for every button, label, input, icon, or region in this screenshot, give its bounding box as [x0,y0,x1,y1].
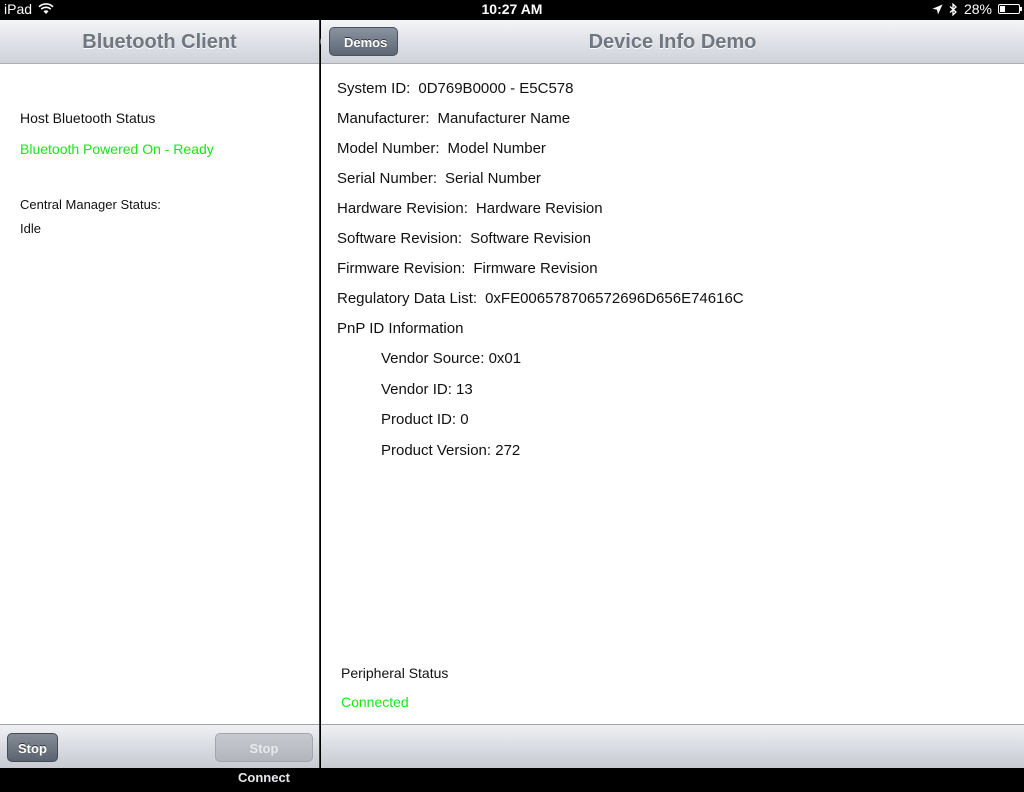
field-value: Hardware Revision [475,200,603,217]
field-row-hardware-revision: Hardware Revision: Hardware Revision [337,200,603,217]
field-label: Manufacturer: [337,110,430,127]
field-label: Serial Number: [337,170,438,187]
pnp-vendor-source: Vendor Source: 0x01 [381,350,522,367]
pnp-product-version: Product Version: 272 [381,442,521,459]
peripheral-status-label: Peripheral Status [341,665,449,681]
stop-connect-button[interactable]: Stop Connect [215,733,313,785]
peripheral-status-value: Connected [341,694,409,710]
field-label: Hardware Revision: [337,200,468,217]
field-value: Model Number [447,140,546,157]
battery-percent: 28% [963,1,992,17]
field-label: Regulatory Data List: [337,290,478,307]
field-value: 0D769B0000 - E5C578 [418,80,574,97]
battery-fill [1000,6,1006,12]
field-label: Model Number: [337,140,440,157]
field-row-system-id: System ID: 0D769B0000 - E5C578 [337,80,573,97]
field-row-model-number: Model Number: Model Number [337,140,546,157]
pnp-heading: PnP ID Information [337,320,464,337]
location-arrow-icon [932,4,943,14]
master-title: Bluetooth Client [82,31,237,53]
central-manager-value: Idle [20,221,41,236]
detail-toolbar [321,724,1024,768]
host-status-label: Host Bluetooth Status [20,110,156,126]
field-label: Software Revision: [337,230,463,247]
back-button-label: Demos [344,35,388,50]
host-status-value: Bluetooth Powered On - Ready [20,141,214,157]
master-navbar: Bluetooth Client [0,20,319,64]
status-bar: iPad 10:27 AM 28% [0,0,1024,20]
field-value: Serial Number [445,170,541,187]
status-right: 28% [932,1,1022,17]
field-row-serial-number: Serial Number: Serial Number [337,170,541,187]
master-pane: Bluetooth Client Host Bluetooth Status B… [0,20,320,785]
field-row-firmware-revision: Firmware Revision: Firmware Revision [337,260,598,277]
status-time: 10:27 AM [481,1,543,17]
central-manager-label: Central Manager Status: [20,197,161,212]
battery-icon [998,4,1022,14]
field-row-software-revision: Software Revision: Software Revision [337,230,591,247]
detail-title: Device Info Demo [588,31,757,53]
demos-back-button[interactable]: Demos [329,27,399,56]
detail-navbar: Device Info Demo Demos [321,20,1024,64]
detail-pane: Device Info Demo Demos System ID: 0D769B0… [321,20,1024,768]
field-label: System ID: [337,80,411,97]
stop-button[interactable]: Stop [7,733,58,762]
pnp-vendor-id: Vendor ID: 13 [381,381,473,398]
field-row-manufacturer: Manufacturer: Manufacturer Name [337,110,570,127]
field-label: Firmware Revision: [337,260,466,277]
field-row-regulatory-data: Regulatory Data List: 0xFE006578706572696… [337,290,744,307]
field-value: Firmware Revision [473,260,598,277]
field-value: 0xFE006578706572696D656E74616C [485,290,744,307]
master-toolbar: Stop Stop Connect [0,724,319,785]
bluetooth-icon [949,2,957,16]
pnp-product-id: Product ID: 0 [381,411,469,428]
field-value: Manufacturer Name [437,110,571,127]
field-value: Software Revision [470,230,591,247]
